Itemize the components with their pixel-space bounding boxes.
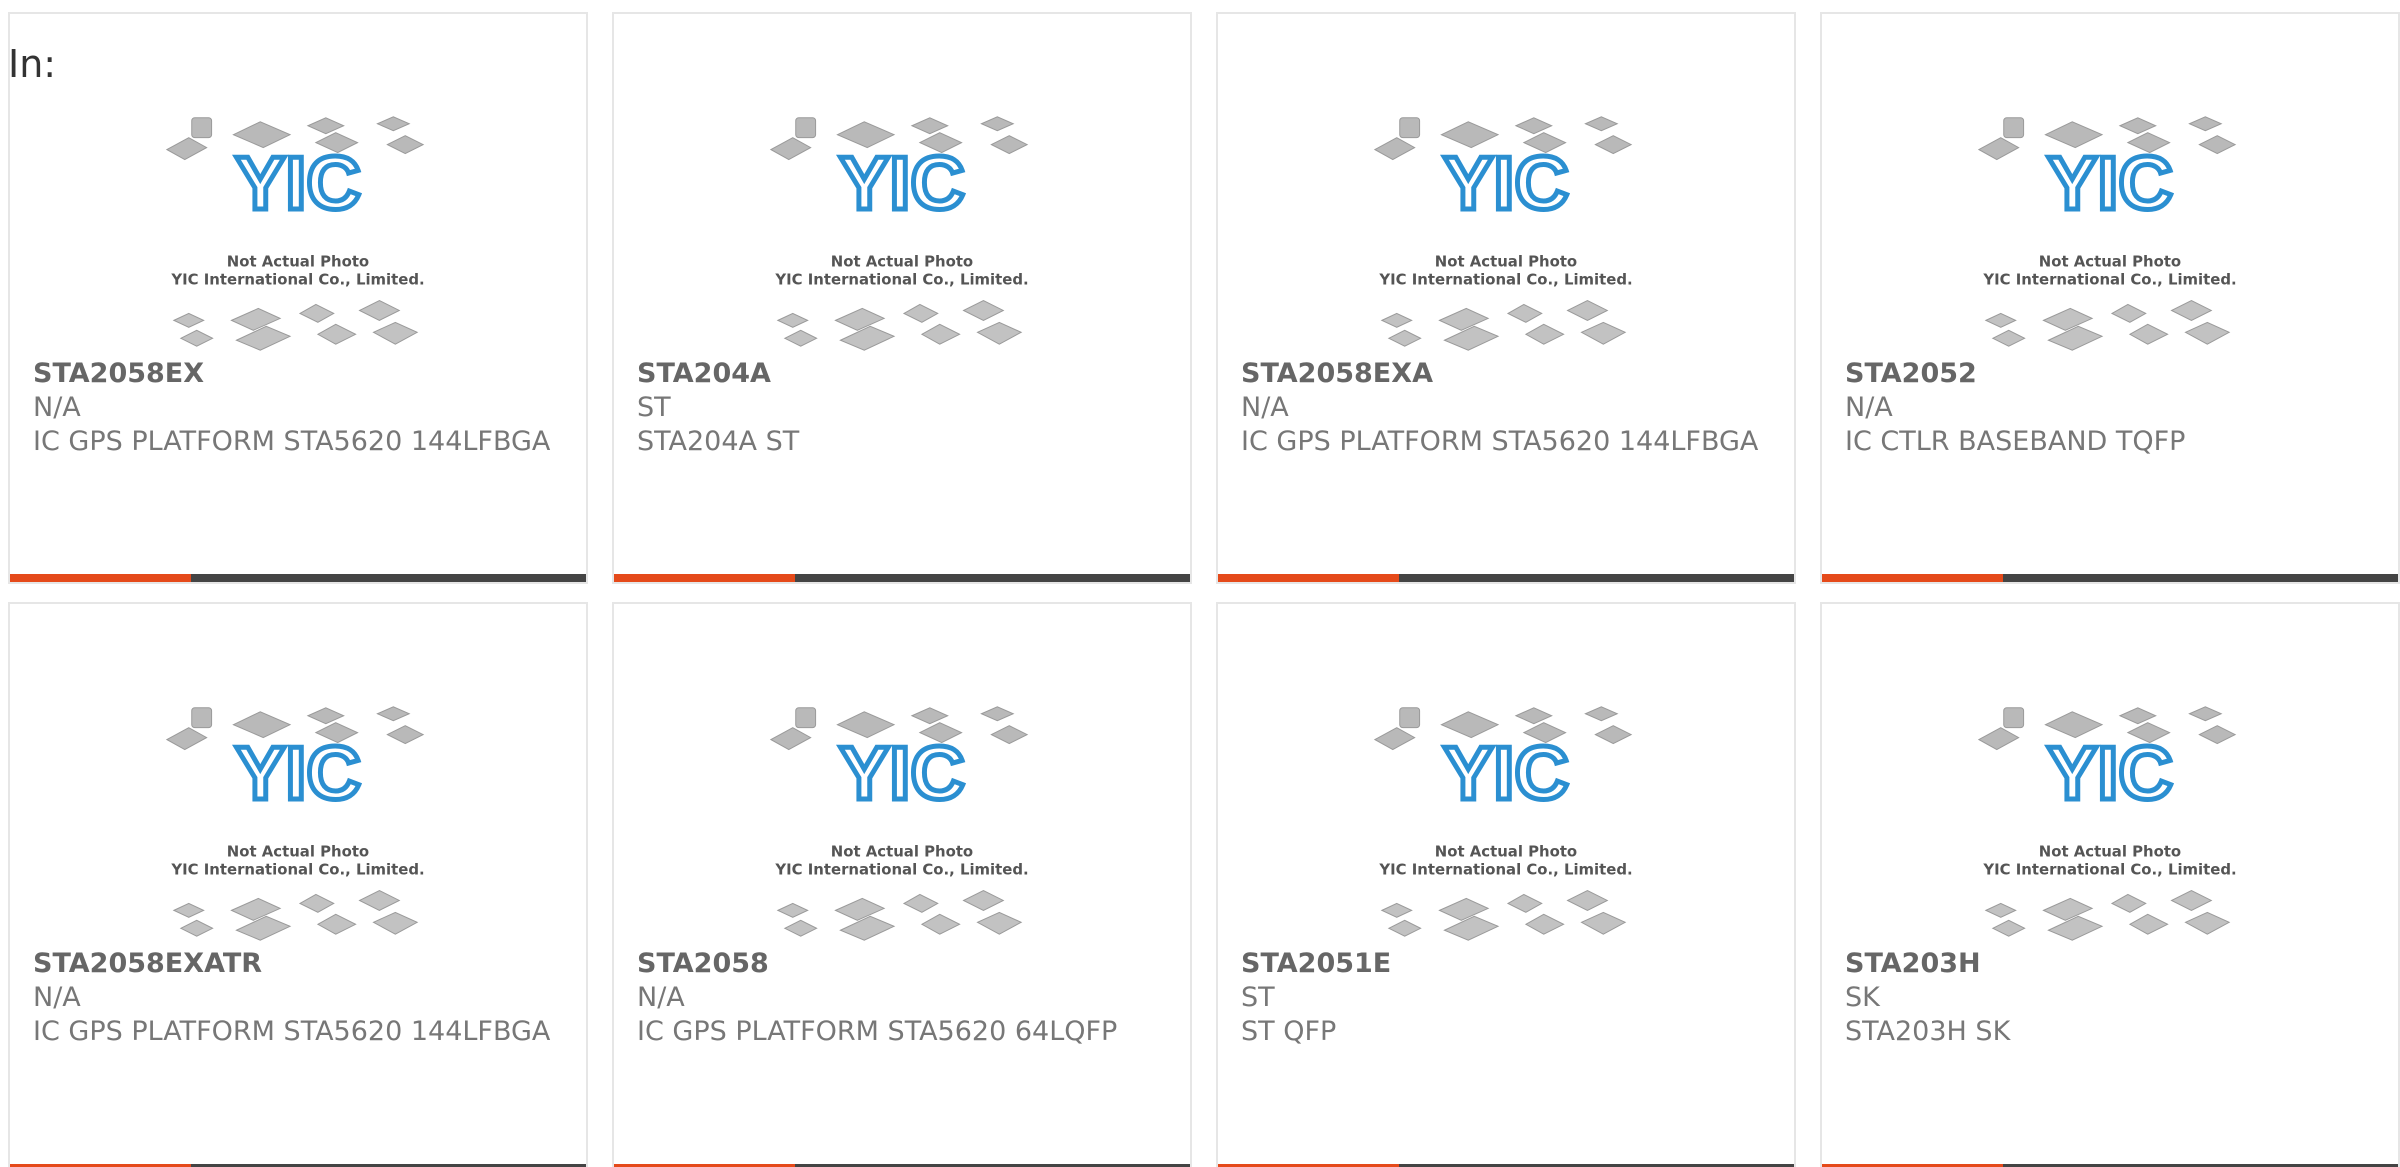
product-image[interactable]: YIC Not Actual Photo YIC International C…: [1822, 689, 2398, 954]
placeholder-caption-2: YIC International Co., Limited.: [1378, 271, 1632, 289]
yic-logo: YIC: [235, 731, 361, 815]
product-info: STA2051E ST ST QFP: [1241, 947, 1774, 1049]
product-part-number[interactable]: STA2058EXATR: [33, 947, 566, 981]
product-description: IC GPS PLATFORM STA5620 64LQFP: [637, 1016, 1118, 1047]
product-part-number[interactable]: STA204A: [637, 357, 1170, 391]
card-bar-accent: [1822, 574, 2004, 582]
card-bar-accent: [614, 574, 796, 582]
product-info: STA203H SK STA203H SK: [1845, 947, 2378, 1049]
placeholder-caption-2: YIC International Co., Limited.: [1378, 861, 1632, 879]
product-info: STA204A ST STA204A ST: [637, 357, 1170, 459]
placeholder-image: YIC Not Actual Photo YIC International C…: [165, 116, 425, 351]
product-card[interactable]: YIC Not Actual Photo YIC International C…: [8, 602, 588, 1167]
product-image[interactable]: YIC Not Actual Photo YIC International C…: [1218, 689, 1794, 954]
product-manufacturer: ST: [637, 392, 671, 423]
placeholder-caption-1: Not Actual Photo: [831, 253, 973, 271]
product-description: STA204A ST: [637, 426, 800, 457]
product-card[interactable]: YIC Not Actual Photo YIC International C…: [1216, 12, 1796, 584]
product-manufacturer: ST: [1241, 982, 1275, 1013]
placeholder-image: YIC Not Actual Photo YIC International C…: [769, 706, 1029, 941]
placeholder-caption-1: Not Actual Photo: [1435, 253, 1577, 271]
product-part-number[interactable]: STA203H: [1845, 947, 2378, 981]
placeholder-caption-1: Not Actual Photo: [2039, 253, 2181, 271]
product-part-number[interactable]: STA2058: [637, 947, 1170, 981]
product-info: STA2058 N/A IC GPS PLATFORM STA5620 64LQ…: [637, 947, 1170, 1049]
yic-logo: YIC: [235, 141, 361, 225]
product-manufacturer: SK: [1845, 982, 1880, 1013]
product-image[interactable]: YIC Not Actual Photo YIC International C…: [614, 99, 1190, 364]
product-manufacturer: N/A: [1845, 392, 1893, 423]
yic-logo: YIC: [1443, 141, 1569, 225]
placeholder-image: YIC Not Actual Photo YIC International C…: [1373, 116, 1633, 351]
placeholder-image: YIC Not Actual Photo YIC International C…: [1977, 116, 2237, 351]
placeholder-image: YIC Not Actual Photo YIC International C…: [165, 706, 425, 941]
placeholder-caption-2: YIC International Co., Limited.: [1982, 861, 2236, 879]
placeholder-caption-2: YIC International Co., Limited.: [1982, 271, 2236, 289]
product-card[interactable]: YIC Not Actual Photo YIC International C…: [1216, 602, 1796, 1167]
card-bar-accent: [10, 574, 192, 582]
placeholder-caption-1: Not Actual Photo: [831, 843, 973, 861]
placeholder-image: YIC Not Actual Photo YIC International C…: [769, 116, 1029, 351]
placeholder-caption-1: Not Actual Photo: [227, 253, 369, 271]
product-description: IC CTLR BASEBAND TQFP: [1845, 426, 2186, 457]
product-card[interactable]: YIC Not Actual Photo YIC International C…: [1820, 602, 2400, 1167]
product-card[interactable]: YIC Not Actual Photo YIC International C…: [612, 12, 1192, 584]
product-manufacturer: N/A: [1241, 392, 1289, 423]
product-grid-page: In: YIC Not Actual Photo YIC Internation…: [0, 0, 2400, 1167]
product-image[interactable]: YIC Not Actual Photo YIC International C…: [1822, 99, 2398, 364]
intro-label: In:: [8, 42, 57, 86]
product-part-number[interactable]: STA2058EXA: [1241, 357, 1774, 391]
placeholder-caption-2: YIC International Co., Limited.: [774, 861, 1028, 879]
yic-logo: YIC: [839, 141, 965, 225]
product-card[interactable]: YIC Not Actual Photo YIC International C…: [1820, 12, 2400, 584]
product-description: IC GPS PLATFORM STA5620 144LFBGA: [33, 1016, 551, 1047]
product-info: STA2058EX N/A IC GPS PLATFORM STA5620 14…: [33, 357, 566, 459]
product-description: ST QFP: [1241, 1016, 1337, 1047]
product-card[interactable]: YIC Not Actual Photo YIC International C…: [612, 602, 1192, 1167]
placeholder-caption-2: YIC International Co., Limited.: [774, 271, 1028, 289]
placeholder-caption-1: Not Actual Photo: [227, 843, 369, 861]
product-manufacturer: N/A: [637, 982, 685, 1013]
yic-logo: YIC: [2047, 141, 2173, 225]
product-part-number[interactable]: STA2058EX: [33, 357, 566, 391]
placeholder-caption-1: Not Actual Photo: [1435, 843, 1577, 861]
product-info: STA2058EXATR N/A IC GPS PLATFORM STA5620…: [33, 947, 566, 1049]
yic-logo: YIC: [1443, 731, 1569, 815]
placeholder-caption-1: Not Actual Photo: [2039, 843, 2181, 861]
product-description: STA203H SK: [1845, 1016, 2011, 1047]
product-image[interactable]: YIC Not Actual Photo YIC International C…: [1218, 99, 1794, 364]
card-bottom-bar: [1822, 574, 2398, 582]
placeholder-caption-2: YIC International Co., Limited.: [170, 271, 424, 289]
product-manufacturer: N/A: [33, 982, 81, 1013]
placeholder-caption-2: YIC International Co., Limited.: [170, 861, 424, 879]
product-info: STA2052 N/A IC CTLR BASEBAND TQFP: [1845, 357, 2378, 459]
product-info: STA2058EXA N/A IC GPS PLATFORM STA5620 1…: [1241, 357, 1774, 459]
card-bottom-bar: [10, 574, 586, 582]
product-image[interactable]: YIC Not Actual Photo YIC International C…: [10, 689, 586, 954]
product-card[interactable]: YIC Not Actual Photo YIC International C…: [8, 12, 588, 584]
product-part-number[interactable]: STA2052: [1845, 357, 2378, 391]
card-bottom-bar: [1218, 574, 1794, 582]
card-bottom-bar: [614, 574, 1190, 582]
product-description: IC GPS PLATFORM STA5620 144LFBGA: [33, 426, 551, 457]
product-manufacturer: N/A: [33, 392, 81, 423]
product-part-number[interactable]: STA2051E: [1241, 947, 1774, 981]
yic-logo: YIC: [2047, 731, 2173, 815]
placeholder-image: YIC Not Actual Photo YIC International C…: [1373, 706, 1633, 941]
product-image[interactable]: YIC Not Actual Photo YIC International C…: [614, 689, 1190, 954]
yic-logo: YIC: [839, 731, 965, 815]
placeholder-image: YIC Not Actual Photo YIC International C…: [1977, 706, 2237, 941]
card-bar-accent: [1218, 574, 1400, 582]
product-description: IC GPS PLATFORM STA5620 144LFBGA: [1241, 426, 1759, 457]
product-image[interactable]: YIC Not Actual Photo YIC International C…: [10, 99, 586, 364]
